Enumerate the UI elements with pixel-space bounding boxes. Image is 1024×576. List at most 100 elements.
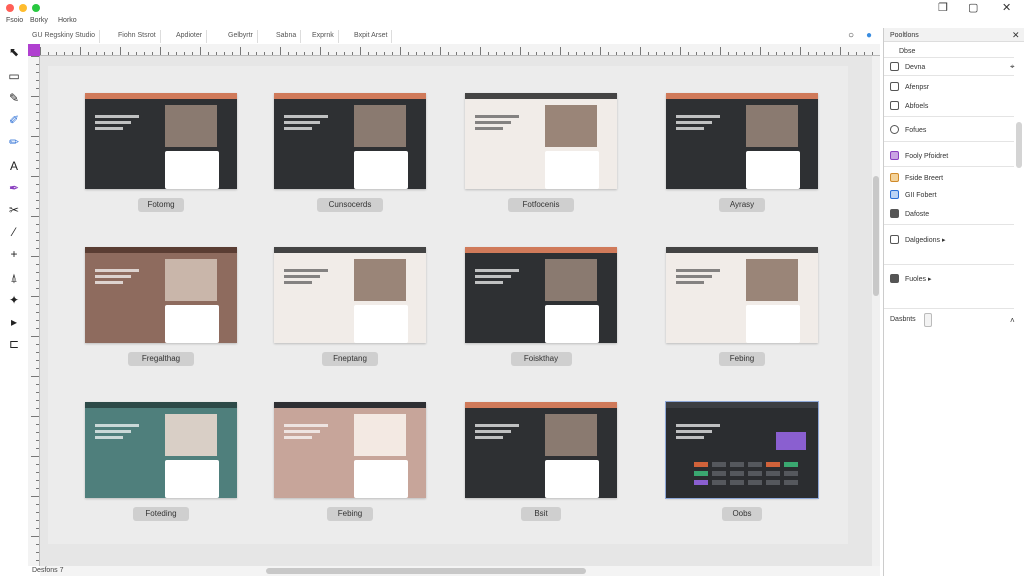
menu-item[interactable]: Borky xyxy=(30,17,48,24)
vertical-ruler xyxy=(28,56,40,566)
thumbnail-heading-line xyxy=(284,436,312,439)
ruler-tick xyxy=(728,52,729,55)
panel-item-label: Fofues xyxy=(905,127,927,134)
ruler-tick xyxy=(36,384,39,385)
template-thumbnail[interactable] xyxy=(465,402,617,498)
restore-icon[interactable]: ❐ xyxy=(938,2,948,14)
zoom-window-button[interactable] xyxy=(32,4,40,12)
thumbnail-header-bar xyxy=(85,402,237,408)
menu-item[interactable]: Fsoio xyxy=(6,17,23,24)
ruler-tick xyxy=(160,47,161,55)
template-thumbnail[interactable] xyxy=(85,93,237,189)
thumbnail-image xyxy=(545,105,597,147)
ruler-tick xyxy=(432,52,433,55)
template-label: Bsit xyxy=(521,507,561,521)
select-tool-icon[interactable]: ⬉ xyxy=(6,44,22,60)
minimize-window-button[interactable] xyxy=(19,4,27,12)
ruler-tick xyxy=(48,52,49,55)
ruler-tick xyxy=(31,416,39,417)
ruler-tick xyxy=(280,47,281,55)
template-thumbnail[interactable] xyxy=(274,93,426,189)
panel-item[interactable]: Dafoste xyxy=(890,209,929,218)
close-window-button[interactable] xyxy=(6,4,14,12)
ruler-tick xyxy=(552,52,553,55)
ruler-tick xyxy=(760,47,761,55)
ruler-tick xyxy=(36,160,39,161)
ruler-corner xyxy=(28,44,40,56)
tab[interactable]: GU Regskiny Studio xyxy=(28,30,101,43)
ruler-tick xyxy=(31,456,39,457)
tab[interactable]: Bxpit Arset xyxy=(350,30,393,43)
ruler-tick xyxy=(544,52,545,55)
ruler-tick xyxy=(120,47,121,55)
panel-item[interactable]: Dbse xyxy=(890,46,915,55)
thumbnail-image xyxy=(746,105,798,147)
panel-item[interactable]: Fside Breert xyxy=(890,173,943,182)
shield-icon[interactable]: ● xyxy=(866,30,872,42)
rectangle-tool-icon[interactable]: ▭ xyxy=(6,68,22,84)
add-tool-icon[interactable]: + xyxy=(6,246,22,262)
chevron-up-icon[interactable]: ˄ xyxy=(1010,316,1015,325)
maximize-icon[interactable]: ▢ xyxy=(968,2,978,14)
panel-scrollbar[interactable] xyxy=(1016,122,1022,168)
panel-item[interactable]: Fooly Pfoidret xyxy=(890,151,948,160)
panel-item[interactable]: Abfoels xyxy=(890,101,928,110)
node-tool-icon[interactable]: ✦ xyxy=(6,292,22,308)
ruler-tick xyxy=(752,52,753,55)
horizontal-scrollbar[interactable] xyxy=(40,566,880,576)
search-icon[interactable]: ○ xyxy=(848,30,854,42)
template-thumbnail[interactable] xyxy=(85,402,237,498)
ruler-tick xyxy=(512,52,513,55)
close-panel-icon[interactable]: ✕ xyxy=(1012,30,1020,41)
tab[interactable]: Sabna xyxy=(272,30,302,43)
fill-tool-icon[interactable]: ✏ xyxy=(6,134,22,150)
pin-icon[interactable]: ⌖ xyxy=(1010,62,1015,72)
ruler-tick xyxy=(31,96,39,97)
panel-item[interactable]: Fofues xyxy=(890,125,926,134)
template-thumbnail[interactable] xyxy=(465,247,617,343)
lasso-tool-icon[interactable]: ⊏ xyxy=(6,336,22,352)
ruler-tick xyxy=(36,120,39,121)
footer-slider[interactable] xyxy=(924,313,932,327)
template-thumbnail[interactable] xyxy=(274,247,426,343)
template-thumbnail[interactable] xyxy=(665,401,819,499)
direct-select-icon[interactable]: ▸ xyxy=(6,314,22,330)
panel-item[interactable]: Dalgedions ▸ xyxy=(890,235,946,244)
tab[interactable]: Fiohn Stsrot xyxy=(114,30,161,43)
ruler-tick xyxy=(36,400,39,401)
panel-item[interactable]: Fuoles ▸ xyxy=(890,274,931,283)
template-thumbnail[interactable] xyxy=(666,93,818,189)
vertical-scrollbar[interactable] xyxy=(872,56,880,566)
close-icon[interactable]: ✕ xyxy=(1002,2,1011,14)
ruler-tick xyxy=(488,52,489,55)
tab[interactable]: Exprnk xyxy=(308,30,339,43)
tool-palette: ⬉ ▭ ✎ ✐ ✏ A ✒ ✂ ⁄ + ⍋ ✦ ▸ ⊏ xyxy=(0,44,28,564)
panel-item[interactable]: GII Fobert xyxy=(890,190,937,199)
panel-item-label: Devna xyxy=(905,64,926,71)
panel-item-label: Dalgedions xyxy=(905,237,941,244)
brush-tool-icon[interactable]: ✐ xyxy=(6,112,22,128)
template-thumbnail[interactable] xyxy=(274,402,426,498)
thumbnail-heading-line xyxy=(475,269,519,272)
thumbnail-heading-line xyxy=(284,115,328,118)
ruler-tick xyxy=(36,208,39,209)
eyedropper-icon[interactable]: ✒ xyxy=(6,180,22,196)
template-thumbnail[interactable] xyxy=(666,247,818,343)
menu-item[interactable]: Horko xyxy=(58,17,77,24)
template-thumbnail[interactable] xyxy=(85,247,237,343)
thumbnail-heading-line xyxy=(284,281,312,284)
anchor-tool-icon[interactable]: ⍋ xyxy=(6,270,22,286)
frame-icon xyxy=(890,101,899,110)
panel-item[interactable]: Devna xyxy=(890,62,925,71)
text-tool-icon[interactable]: A xyxy=(6,158,22,174)
pen-tool-icon[interactable]: ✎ xyxy=(6,90,22,106)
tab[interactable]: Apdioter xyxy=(172,30,208,43)
ruler-tick xyxy=(440,47,441,55)
ruler-tick xyxy=(352,52,353,55)
pipette-tool-icon[interactable]: ⁄ xyxy=(6,224,22,240)
template-thumbnail[interactable] xyxy=(465,93,617,189)
scissors-tool-icon[interactable]: ✂ xyxy=(6,202,22,218)
panel-item[interactable]: Afenpsr xyxy=(890,82,929,91)
ruler-tick xyxy=(36,304,39,305)
tab[interactable]: Gelbyrtr xyxy=(224,30,258,43)
